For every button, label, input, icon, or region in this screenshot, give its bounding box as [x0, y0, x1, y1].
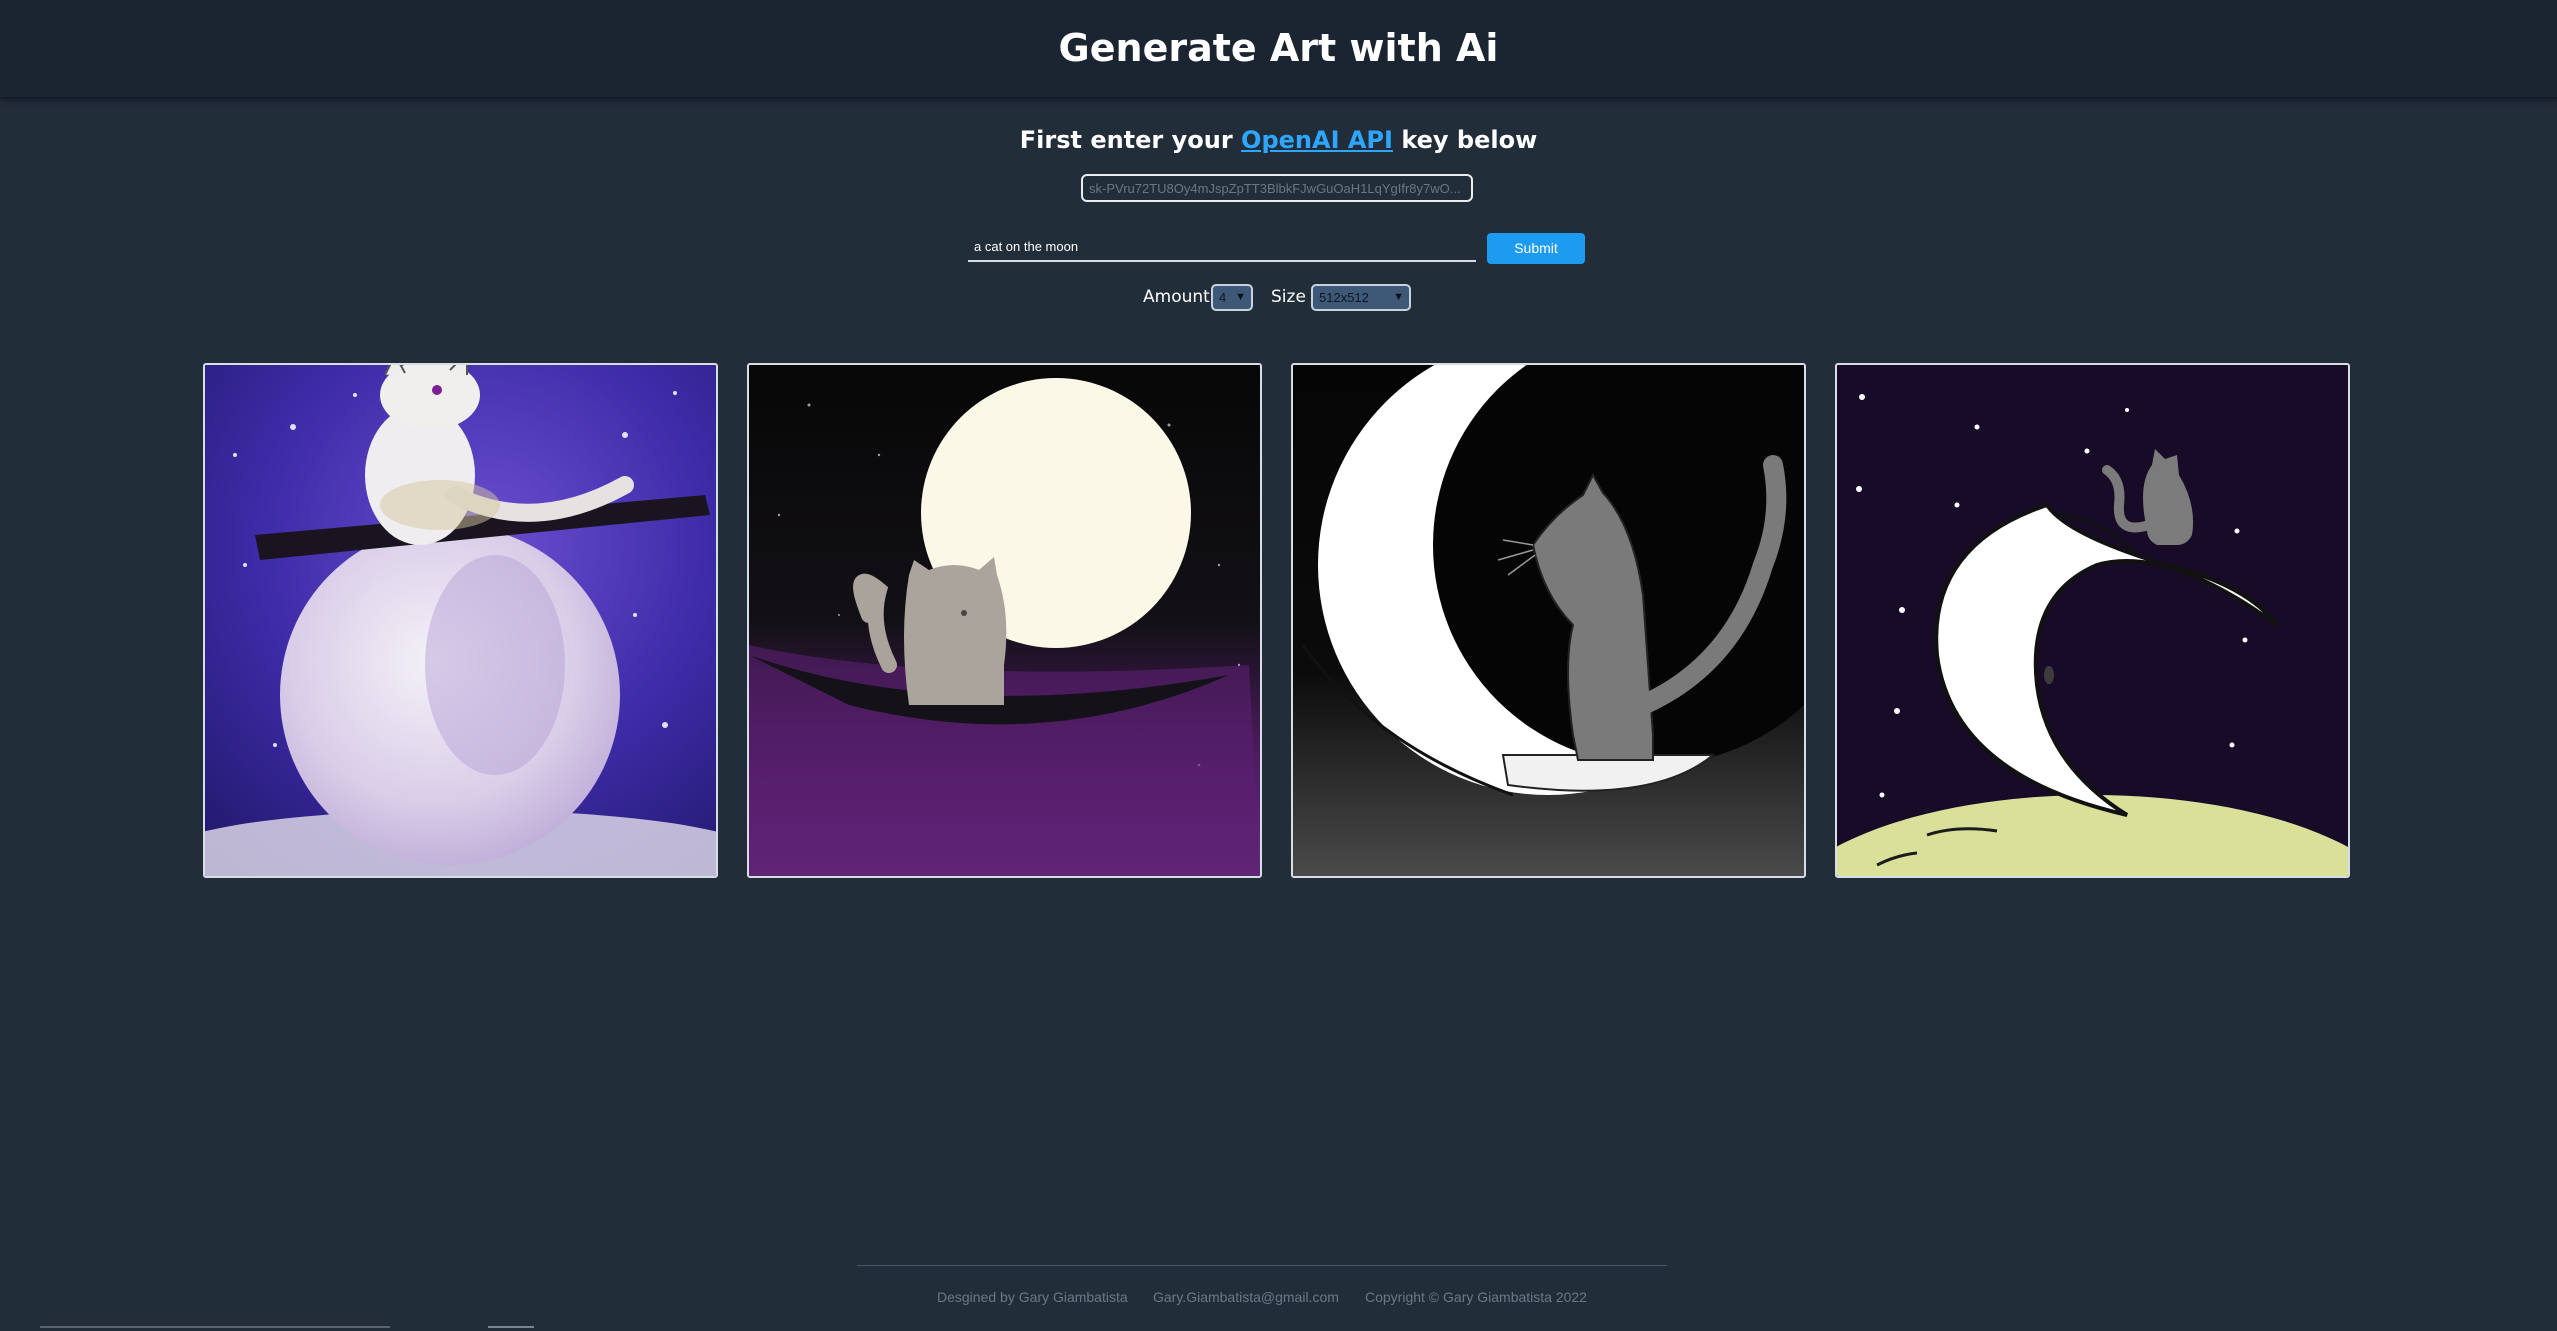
chevron-down-icon: ▼ — [1393, 291, 1404, 303]
generated-image-4[interactable] — [1835, 363, 2350, 878]
amount-select[interactable]: 4 ▼ — [1211, 284, 1253, 311]
footer-designer: Desgined by Gary Giambatista — [937, 1289, 1128, 1305]
app-header: Generate Art with Ai — [0, 0, 2557, 99]
prompt-input[interactable] — [968, 232, 1476, 262]
page-title: Generate Art with Ai — [1058, 26, 1499, 70]
openai-api-link[interactable]: OpenAI API — [1241, 126, 1393, 154]
footer-divider — [857, 1265, 1667, 1266]
api-heading: First enter your OpenAI API key below — [0, 126, 2557, 154]
size-select[interactable]: 512x512 ▼ — [1311, 284, 1411, 311]
size-select-value: 512x512 — [1319, 290, 1369, 305]
footer-email-link[interactable]: Gary.Giambatista@gmail.com — [1153, 1289, 1339, 1305]
horizontal-scrollbar[interactable] — [40, 1326, 390, 1328]
cat-on-crescent-image — [1293, 365, 1804, 876]
size-label: Size — [1271, 287, 1306, 307]
cat-on-purple-moon-image — [205, 365, 716, 876]
cat-on-crescent-hill-image — [1837, 365, 2348, 876]
amount-select-value: 4 — [1219, 290, 1227, 305]
generated-image-3[interactable] — [1291, 363, 1806, 878]
amount-label: Amount — [1143, 287, 1210, 307]
api-heading-prefix: First enter your — [1019, 126, 1233, 154]
api-heading-suffix: key below — [1401, 126, 1538, 154]
api-key-input[interactable] — [1081, 174, 1473, 202]
submit-button[interactable]: Submit — [1487, 233, 1585, 264]
generated-image-2[interactable] — [747, 363, 1262, 878]
cat-full-moon-image — [749, 365, 1260, 876]
chevron-down-icon: ▼ — [1235, 291, 1246, 303]
scrollbar-thumb[interactable] — [488, 1326, 534, 1328]
footer-copyright: Copyright © Gary Giambatista 2022 — [1365, 1289, 1587, 1305]
generated-image-1[interactable] — [203, 363, 718, 878]
